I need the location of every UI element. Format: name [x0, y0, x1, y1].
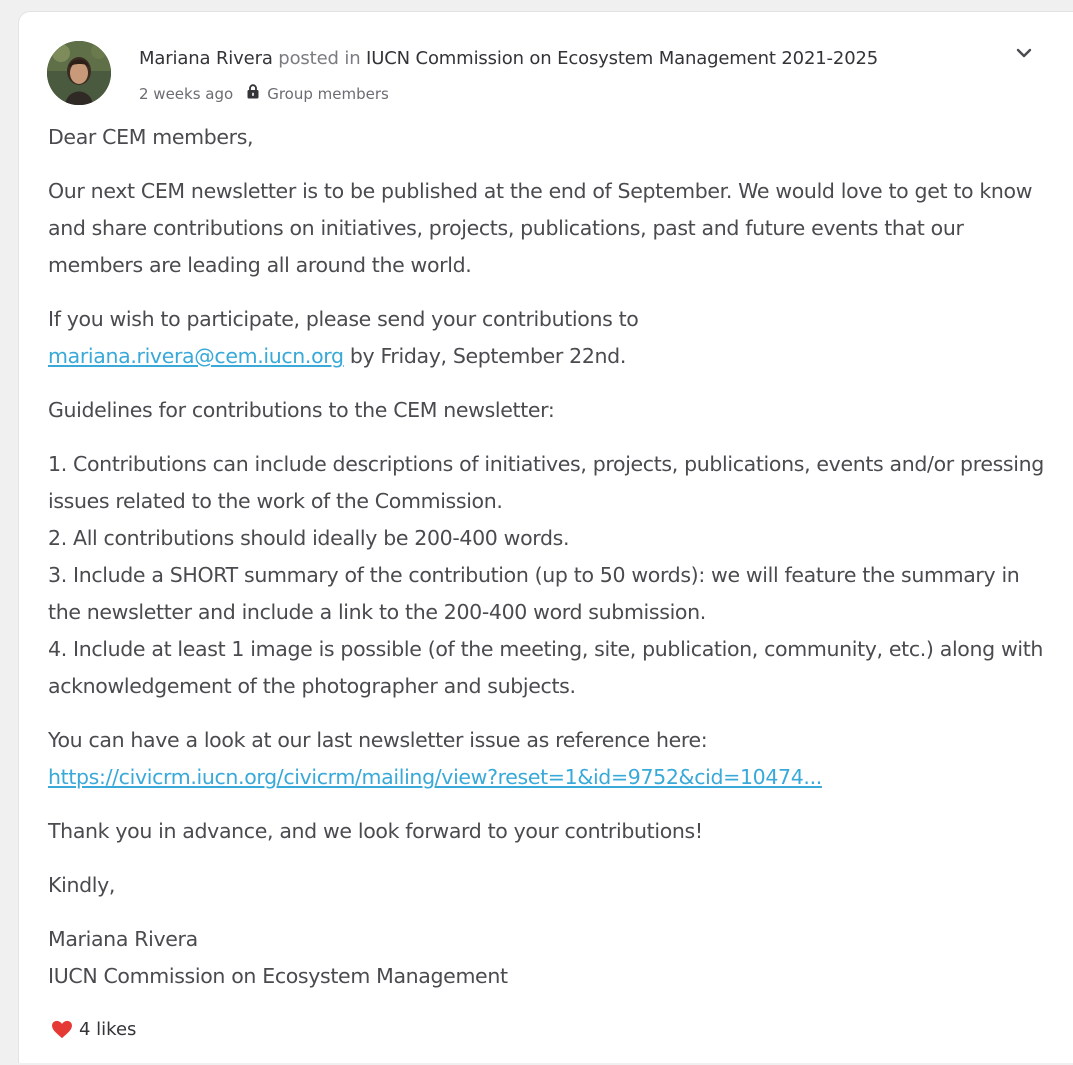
posted-in-text: posted in — [278, 48, 361, 69]
group-name[interactable]: IUCN Commission on Ecosystem Management … — [366, 48, 878, 69]
post-header: Mariana Rivera posted in IUCN Commission… — [139, 48, 878, 69]
closing: Kindly, — [48, 873, 116, 897]
post-card: Mariana Rivera posted in IUCN Commission… — [18, 11, 1073, 1063]
post-time[interactable]: 2 weeks ago — [139, 85, 233, 103]
participate-prefix: If you wish to participate, please send … — [48, 307, 639, 331]
post-menu-chevron-down-icon[interactable] — [1013, 42, 1035, 64]
signature-org: IUCN Commission on Ecosystem Management — [48, 964, 508, 988]
newsletter-link[interactable]: https://civicrm.iucn.org/civicrm/mailing… — [48, 765, 822, 789]
post-meta: 2 weeks ago Group members — [139, 84, 389, 103]
author-avatar[interactable] — [47, 41, 111, 105]
email-link[interactable]: mariana.rivera@cem.iucn.org — [48, 344, 344, 368]
reference-text: You can have a look at our last newslett… — [48, 728, 708, 752]
avatar-photo — [47, 41, 111, 105]
signature: Mariana Rivera IUCN Commission on Ecosys… — [48, 921, 1048, 995]
lock-icon — [247, 84, 259, 103]
visibility-label: Group members — [267, 84, 389, 103]
guidelines-list: 1. Contributions can include description… — [48, 446, 1048, 705]
post-body: Dear CEM members, Our next CEM newslette… — [48, 119, 1048, 995]
greeting: Dear CEM members, — [48, 125, 254, 149]
guideline-item: 4. Include at least 1 image is possible … — [48, 637, 1044, 698]
thanks-paragraph: Thank you in advance, and we look forwar… — [48, 819, 703, 843]
guidelines-title: Guidelines for contributions to the CEM … — [48, 398, 555, 422]
reference-paragraph: You can have a look at our last newslett… — [48, 722, 1048, 796]
signature-name: Mariana Rivera — [48, 927, 198, 951]
likes-count: 4 likes — [79, 1019, 137, 1040]
guideline-item: 1. Contributions can include description… — [48, 452, 1044, 513]
author-name[interactable]: Mariana Rivera — [139, 48, 273, 69]
participate-suffix: by Friday, September 22nd. — [349, 344, 627, 368]
intro-paragraph: Our next CEM newsletter is to be publish… — [48, 179, 1033, 277]
guideline-item: 3. Include a SHORT summary of the contri… — [48, 563, 1020, 624]
guideline-item: 2. All contributions should ideally be 2… — [48, 526, 570, 550]
participate-paragraph: If you wish to participate, please send … — [48, 301, 1048, 375]
likes-button[interactable]: 4 likes — [51, 1019, 136, 1040]
heart-icon — [52, 1020, 72, 1039]
